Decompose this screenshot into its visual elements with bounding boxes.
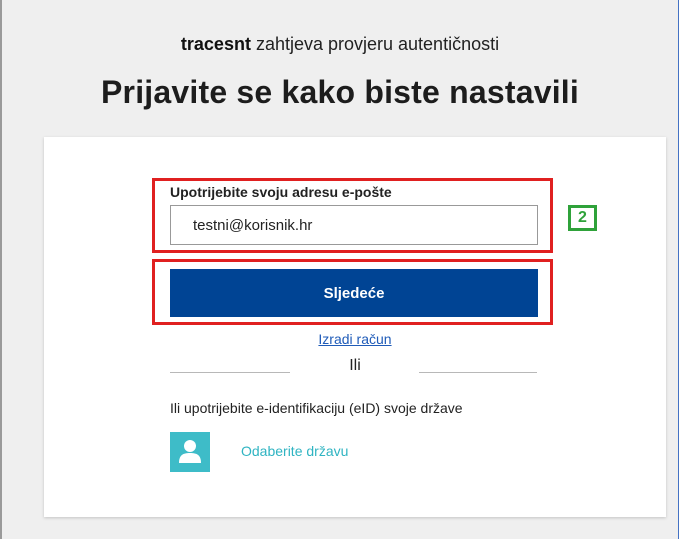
auth-request-text: tracesnt zahtjeva provjeru autentičnosti: [2, 34, 678, 55]
eid-description: Ili upotrijebite e-identifikaciju (eID) …: [170, 400, 463, 416]
or-separator: Ili: [349, 357, 361, 374]
choose-country-link[interactable]: Odaberite državu: [241, 443, 348, 459]
app-name: tracesnt: [180, 34, 251, 54]
email-label: Upotrijebite svoju adresu e-pošte: [170, 184, 392, 200]
page-title: Prijavite se kako biste nastavili: [101, 74, 579, 110]
user-icon: [179, 440, 201, 463]
next-button[interactable]: Sljedeće: [170, 269, 538, 317]
create-account-link[interactable]: Izradi račun: [2, 331, 679, 347]
email-input[interactable]: [170, 205, 538, 245]
eid-user-tile[interactable]: [170, 432, 210, 472]
auth-request-label: zahtjeva provjeru autentičnosti: [255, 34, 500, 54]
step-number-badge: 2: [568, 205, 597, 231]
browser-frame: tracesnt zahtjeva provjeru autentičnosti…: [0, 0, 679, 539]
divider-right: [419, 372, 537, 373]
